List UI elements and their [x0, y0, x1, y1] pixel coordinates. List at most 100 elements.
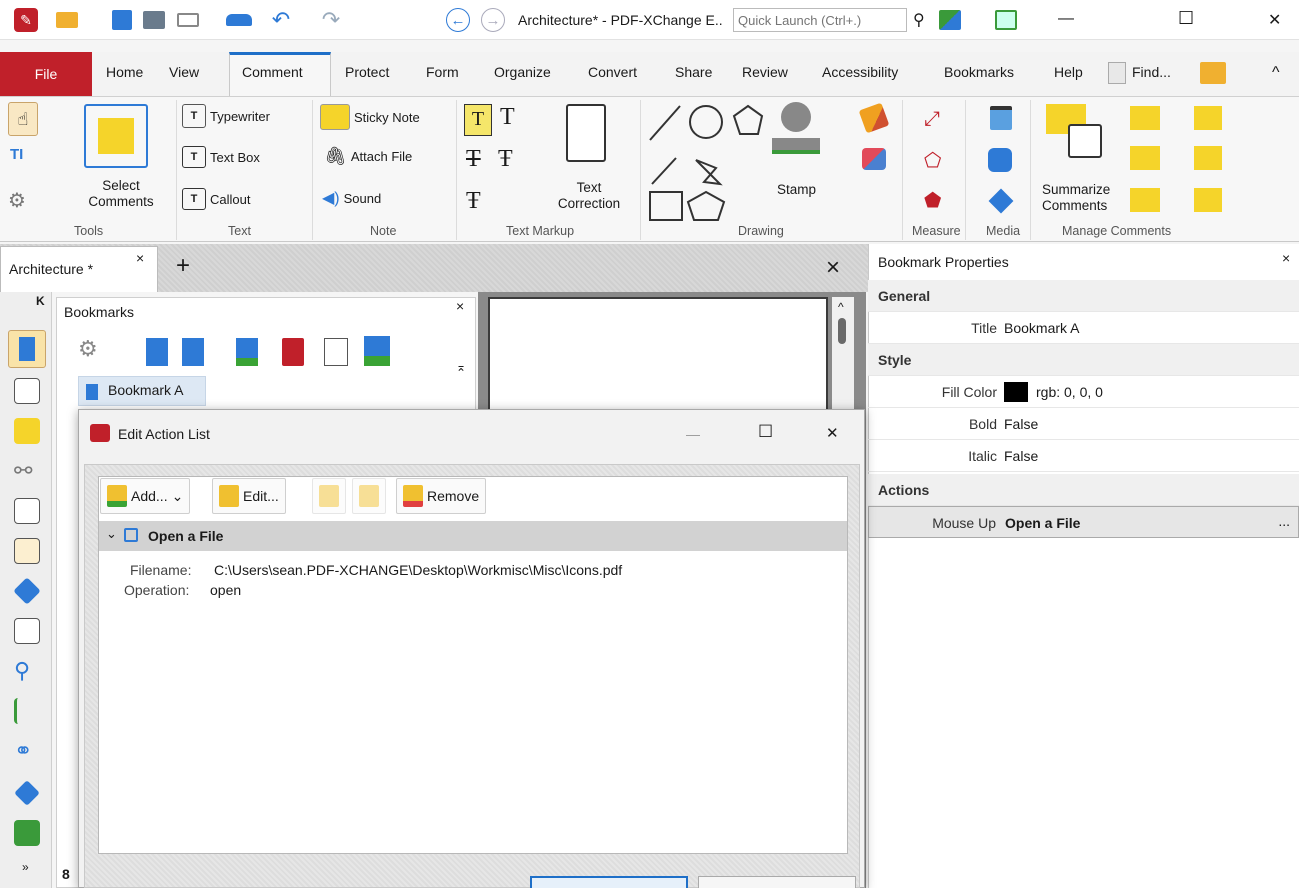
- underline-text-icon[interactable]: T: [500, 104, 515, 131]
- attachments-panel-icon[interactable]: ⚯: [14, 458, 40, 484]
- close-all-tabs-button[interactable]: ×: [826, 254, 840, 282]
- export-comments-icon[interactable]: [1194, 106, 1222, 130]
- select-comments-icon[interactable]: [84, 104, 148, 168]
- area-icon[interactable]: ⬟: [924, 188, 941, 213]
- new-child-bookmark-icon[interactable]: [182, 338, 204, 366]
- text-correction-icon[interactable]: [566, 104, 606, 162]
- general-section[interactable]: General: [868, 280, 1299, 312]
- move-up-button[interactable]: [312, 478, 346, 514]
- back-icon[interactable]: ←: [446, 8, 470, 32]
- dialog-close-button[interactable]: ✕: [826, 424, 839, 442]
- destinations-panel-icon[interactable]: ⚲: [14, 658, 40, 684]
- close-tab-button[interactable]: ×: [136, 250, 144, 266]
- scroll-thumb[interactable]: [838, 318, 846, 344]
- comment-filter-icon[interactable]: [1130, 188, 1160, 212]
- select-text-icon[interactable]: TI: [10, 146, 23, 163]
- squiggly-text-icon[interactable]: Ŧ: [498, 146, 513, 173]
- hand-tool-icon[interactable]: ☝: [8, 102, 38, 136]
- forward-icon[interactable]: →: [481, 8, 505, 32]
- close-window-button[interactable]: ✕: [1268, 10, 1281, 30]
- quick-launch-input[interactable]: [733, 8, 907, 32]
- validate-bookmarks-icon[interactable]: [364, 336, 390, 366]
- menu-convert[interactable]: Convert: [588, 64, 637, 80]
- expand-chevron-icon[interactable]: ⌄: [106, 526, 117, 542]
- collapse-all-icon[interactable]: ⌅: [456, 360, 466, 374]
- bookmark-properties-icon[interactable]: [324, 338, 348, 366]
- distance-icon[interactable]: ⤢: [924, 108, 940, 131]
- open-folder-icon[interactable]: [52, 8, 82, 32]
- show-comments-icon[interactable]: [1130, 146, 1160, 170]
- scroll-up-arrow[interactable]: ^: [838, 300, 844, 314]
- maximize-button[interactable]: ☐: [1178, 8, 1194, 29]
- undo-icon[interactable]: ↶: [266, 7, 296, 32]
- email-icon[interactable]: [174, 8, 202, 32]
- stamp-icon[interactable]: [772, 102, 820, 160]
- document-panel-icon[interactable]: [14, 498, 40, 524]
- menu-organize[interactable]: Organize: [494, 64, 551, 80]
- menu-help[interactable]: Help: [1054, 64, 1083, 80]
- strikeout-text-icon[interactable]: T: [466, 146, 481, 173]
- content-panel-icon[interactable]: [14, 820, 40, 846]
- video-icon[interactable]: [990, 106, 1012, 130]
- print-icon[interactable]: [140, 8, 168, 32]
- zoom-tool-icon[interactable]: ⚙: [8, 188, 26, 213]
- links-panel-icon[interactable]: ⚭: [14, 738, 40, 764]
- add-bookmark-icon[interactable]: [236, 338, 258, 366]
- text-correction-button[interactable]: Text Correction: [546, 180, 632, 212]
- menu-accessibility[interactable]: Accessibility: [822, 64, 898, 80]
- move-down-button[interactable]: [352, 478, 386, 514]
- delete-bookmark-icon[interactable]: [282, 338, 304, 366]
- actions-section[interactable]: Actions: [868, 474, 1299, 506]
- structure-panel-icon[interactable]: [14, 698, 40, 724]
- signatures-panel-icon[interactable]: [14, 538, 40, 564]
- perimeter-icon[interactable]: ⬠: [924, 148, 941, 173]
- document-tab[interactable]: Architecture *: [0, 246, 158, 292]
- ok-button[interactable]: [530, 876, 688, 888]
- eraser-icon[interactable]: [862, 148, 886, 170]
- fill-color-row[interactable]: Fill Color rgb: 0, 0, 0: [868, 376, 1299, 408]
- stamp-button[interactable]: Stamp: [777, 182, 816, 197]
- minimize-button[interactable]: —: [1058, 10, 1074, 28]
- fields-panel-icon[interactable]: [14, 618, 40, 644]
- comment-palette-icon[interactable]: [1194, 188, 1222, 212]
- select-comments-button[interactable]: Select Comments: [68, 178, 174, 210]
- new-bookmark-icon[interactable]: [146, 338, 168, 366]
- bookmark-options-icon[interactable]: ⚙: [78, 336, 98, 362]
- callout-button[interactable]: T Callout: [182, 188, 250, 210]
- menu-view[interactable]: View: [169, 64, 199, 80]
- replace-text-icon[interactable]: Ŧ: [466, 188, 481, 215]
- edit-action-button[interactable]: Edit...: [212, 478, 286, 514]
- menu-protect[interactable]: Protect: [345, 64, 389, 80]
- sound-media-icon[interactable]: [988, 148, 1012, 172]
- import-comments-icon[interactable]: [1130, 106, 1160, 130]
- search-icon[interactable]: ⚲: [913, 10, 925, 30]
- scan-icon[interactable]: [224, 8, 254, 32]
- sound-button[interactable]: ◀) Sound: [322, 188, 381, 208]
- remove-action-button[interactable]: Remove: [396, 478, 487, 514]
- highlight-text-icon[interactable]: T: [464, 104, 492, 136]
- file-menu[interactable]: File: [0, 52, 92, 96]
- cancel-button[interactable]: [698, 876, 856, 888]
- fullscreen-icon[interactable]: [992, 8, 1020, 32]
- menu-home[interactable]: Home: [106, 64, 143, 80]
- collapse-ribbon-button[interactable]: ^: [1272, 64, 1280, 82]
- sticky-note-button[interactable]: Sticky Note: [320, 104, 420, 130]
- mouse-up-row[interactable]: Mouse Up Open a File...: [868, 506, 1299, 538]
- expand-sidebar-icon[interactable]: »: [22, 860, 29, 874]
- menu-share[interactable]: Share: [675, 64, 712, 80]
- menu-bookmarks[interactable]: Bookmarks: [944, 64, 1014, 80]
- bookmarks-panel-icon[interactable]: [8, 330, 46, 368]
- find-icon[interactable]: [1108, 62, 1126, 84]
- collapse-panel-icon[interactable]: K: [36, 294, 45, 308]
- redo-icon[interactable]: ↷: [316, 7, 346, 32]
- help-find-icon[interactable]: [1200, 62, 1226, 84]
- snapshot-tools-icon[interactable]: [936, 8, 964, 32]
- bold-row[interactable]: Bold False: [868, 408, 1299, 440]
- comment-styles-icon[interactable]: [1194, 146, 1222, 170]
- dialog-minimize-button[interactable]: —: [686, 426, 700, 442]
- comments-panel-icon[interactable]: [14, 418, 40, 444]
- dialog-maximize-button[interactable]: ☐: [758, 422, 773, 442]
- menu-form[interactable]: Form: [426, 64, 459, 80]
- italic-row[interactable]: Italic False: [868, 440, 1299, 472]
- close-properties-button[interactable]: ×: [1282, 250, 1290, 266]
